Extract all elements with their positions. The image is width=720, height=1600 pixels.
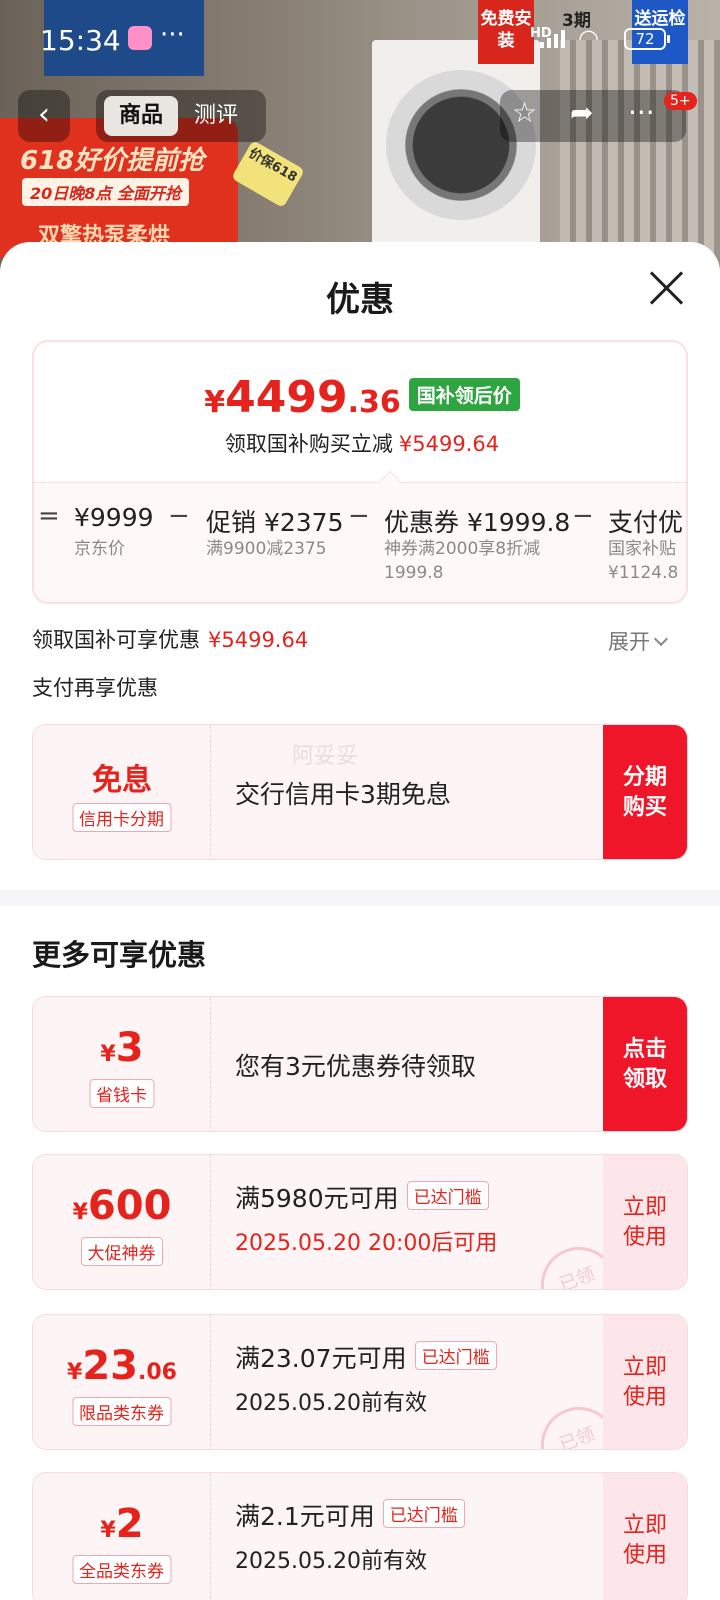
section-divider [0,890,720,906]
coupon-amount: ¥3 [100,1025,144,1071]
coupon-condition: 满23.07元可用 已达门槛 [235,1339,497,1375]
coupon-validity: 2025.05.20 20:00后可用 [235,1231,498,1256]
subsidy-row: 领取国补可享优惠 ¥5499.64 [32,628,309,652]
coupon-card: ¥3 省钱卡 您有3元优惠券待领取 点击领取 [32,996,688,1132]
signal-icon [540,30,565,48]
coupon-card: ¥2 全品类东券 满2.1元可用 已达门槛 2025.05.20前有效 立即使用 [32,1472,688,1600]
coupon-type: 全品类东券 [72,1555,171,1584]
threshold-reached-badge: 已达门槛 [406,1181,489,1210]
subsidy-price-badge: 国补领后价 [408,378,520,411]
coupon-card: ¥600 大促神券 满5980元可用 已达门槛 2025.05.20 20:00后… [32,1154,688,1290]
product-tabs: 商品 测评 [96,90,266,142]
favorite-star-icon[interactable]: ☆ [512,96,537,129]
tab-product[interactable]: 商品 [104,96,178,136]
close-icon[interactable] [646,268,686,308]
threshold-reached-badge: 已达门槛 [382,1499,465,1528]
use-coupon-button[interactable]: 立即使用 [603,1473,687,1600]
share-icon[interactable]: ➦ [570,96,593,129]
more-notifications-icon: ··· [160,20,185,50]
coupon-condition: 满2.1元可用 已达门槛 [235,1497,465,1533]
coupon-condition: 满5980元可用 已达门槛 [235,1179,489,1215]
promo-discount: 促销 ¥2375 [206,508,344,537]
app-notification-icon [128,26,152,50]
threshold-reached-badge: 已达门槛 [414,1341,497,1370]
price-summary-card: ¥4499.36 国补领后价 领取国补购买立减 ¥5499.64 = ¥9999 京… [32,340,688,604]
watermark: 阿妥妥 [292,744,359,769]
status-time: 15:34 [40,24,121,57]
installment-buy-button[interactable]: 分期购买 [603,725,687,859]
coupon-amount: ¥23.06 [67,1343,177,1389]
coupon-type: 限品类东券 [72,1397,171,1426]
more-offers-title: 更多可享优惠 [32,938,207,972]
coupon-type: 省钱卡 [89,1079,154,1108]
price-protect-tag: 价保618 [231,139,305,209]
coupon-amount: ¥2 [100,1501,144,1547]
chevron-left-icon: ‹ [38,97,50,132]
coupon-text: 您有3元优惠券待领取 [235,1052,476,1081]
coupon-discount: 优惠券 ¥1999.8 [384,508,571,537]
status-bar: 15:34 ··· HD ◠ 72 [0,0,720,80]
interest-free-label: 免息 [92,763,152,798]
sheet-title: 优惠 [326,280,394,320]
reduce-line: 领取国补购买立减 ¥5499.64 [224,432,500,456]
more-icon[interactable]: ··· [628,96,655,129]
base-price: ¥9999 [74,503,154,532]
coupon-type: 大促神券 [80,1237,163,1266]
coupon-amount: ¥600 [72,1183,172,1229]
coupon-validity: 2025.05.20前有效 [235,1549,427,1574]
discount-sheet: 优惠 ¥4499.36 国补领后价 领取国补购买立减 ¥5499.64 = ¥999… [0,242,720,1600]
installment-card: 免息 信用卡分期 交行信用卡3期免息 分期购买 [32,724,688,860]
wifi-icon: ◠ [578,24,599,52]
installment-text: 交行信用卡3期免息 [235,780,451,809]
chevron-down-icon [653,631,669,647]
final-price: ¥4499.36 国补领后价 [34,372,686,423]
use-coupon-button[interactable]: 立即使用 [603,1155,687,1289]
installment-tag: 信用卡分期 [72,803,171,832]
payment-discount: 支付优 [608,508,684,537]
coupon-card: ¥23.06 限品类东券 满23.07元可用 已达门槛 2025.05.20前有效… [32,1314,688,1450]
battery-icon: 72 [624,28,670,50]
pay-more-label: 支付再享优惠 [32,676,158,700]
use-coupon-button[interactable]: 立即使用 [603,1315,687,1449]
expand-button[interactable]: 展开 [608,626,669,656]
coupon-validity: 2025.05.20前有效 [235,1391,427,1416]
price-breakdown[interactable]: = ¥9999 京东价 − 促销 ¥2375 满9900减2375 − 优惠券 … [34,482,686,602]
header-actions: ☆ ➦ ··· [500,90,686,142]
claim-coupon-button[interactable]: 点击领取 [603,997,687,1131]
tab-review[interactable]: 测评 [194,96,238,136]
back-button[interactable]: ‹ [18,90,70,142]
message-count-badge: 5+ [664,92,697,110]
